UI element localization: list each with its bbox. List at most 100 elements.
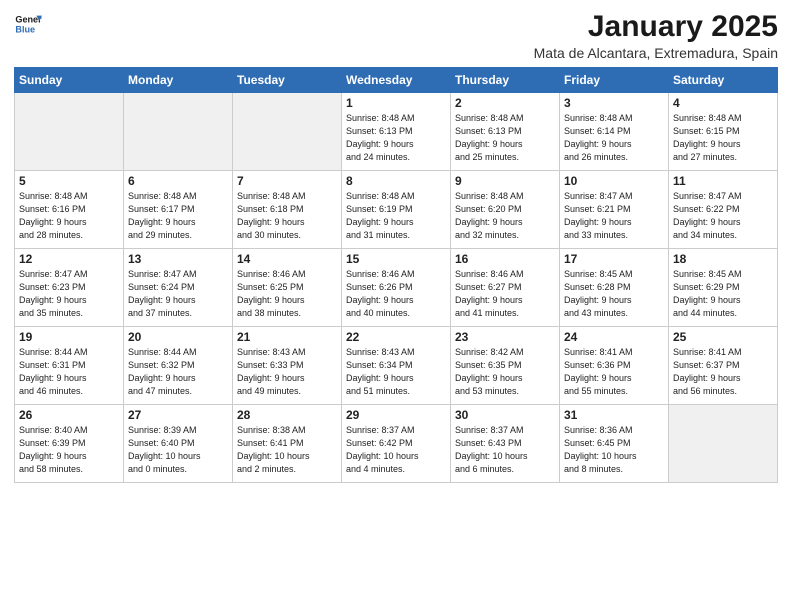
day-number: 17 bbox=[564, 252, 664, 266]
day-number: 1 bbox=[346, 96, 446, 110]
calendar-container: General Blue January 2025 Mata de Alcant… bbox=[0, 0, 792, 612]
day-info: Sunrise: 8:46 AM Sunset: 6:25 PM Dayligh… bbox=[237, 268, 337, 320]
day-number: 28 bbox=[237, 408, 337, 422]
header-monday: Monday bbox=[124, 68, 233, 93]
day-number: 12 bbox=[19, 252, 119, 266]
day-info: Sunrise: 8:48 AM Sunset: 6:13 PM Dayligh… bbox=[455, 112, 555, 164]
day-cell: 5Sunrise: 8:48 AM Sunset: 6:16 PM Daylig… bbox=[15, 171, 124, 249]
day-info: Sunrise: 8:48 AM Sunset: 6:15 PM Dayligh… bbox=[673, 112, 773, 164]
day-info: Sunrise: 8:40 AM Sunset: 6:39 PM Dayligh… bbox=[19, 424, 119, 476]
calendar-table: Sunday Monday Tuesday Wednesday Thursday… bbox=[14, 67, 778, 483]
day-number: 27 bbox=[128, 408, 228, 422]
day-info: Sunrise: 8:37 AM Sunset: 6:43 PM Dayligh… bbox=[455, 424, 555, 476]
day-info: Sunrise: 8:39 AM Sunset: 6:40 PM Dayligh… bbox=[128, 424, 228, 476]
day-cell: 14 Sunrise: 8:46 AM Sunset: 6:25 PM Dayli… bbox=[233, 249, 342, 327]
calendar-title: January 2025 bbox=[534, 10, 778, 43]
day-cell: 24 Sunrise: 8:41 AM Sunset: 6:36 PM Dayli… bbox=[560, 327, 669, 405]
day-cell bbox=[15, 93, 124, 171]
day-info: Sunrise: 8:48 AM Sunset: 6:17 PM Dayligh… bbox=[128, 190, 228, 242]
day-cell: 29Sunrise: 8:37 AM Sunset: 6:42 PM Dayli… bbox=[342, 405, 451, 483]
week-row-5: 26 Sunrise: 8:40 AM Sunset: 6:39 PM Dayli… bbox=[15, 405, 778, 483]
header-sunday: Sunday bbox=[15, 68, 124, 93]
day-cell: 6 Sunrise: 8:48 AM Sunset: 6:17 PM Daylig… bbox=[124, 171, 233, 249]
day-number: 23 bbox=[455, 330, 555, 344]
day-info: Sunrise: 8:48 AM Sunset: 6:20 PM Dayligh… bbox=[455, 190, 555, 242]
day-number: 31 bbox=[564, 408, 664, 422]
header-wednesday: Wednesday bbox=[342, 68, 451, 93]
day-info: Sunrise: 8:41 AM Sunset: 6:36 PM Dayligh… bbox=[564, 346, 664, 398]
day-cell bbox=[669, 405, 778, 483]
day-number: 14 bbox=[237, 252, 337, 266]
day-cell: 12 Sunrise: 8:47 AM Sunset: 6:23 PM Dayli… bbox=[15, 249, 124, 327]
week-row-1: 1 Sunrise: 8:48 AM Sunset: 6:13 PM Daylig… bbox=[15, 93, 778, 171]
day-cell: 16 Sunrise: 8:46 AM Sunset: 6:27 PM Dayli… bbox=[451, 249, 560, 327]
day-info: Sunrise: 8:38 AM Sunset: 6:41 PM Dayligh… bbox=[237, 424, 337, 476]
day-info: Sunrise: 8:47 AM Sunset: 6:22 PM Dayligh… bbox=[673, 190, 773, 242]
day-cell: 13 Sunrise: 8:47 AM Sunset: 6:24 PM Dayli… bbox=[124, 249, 233, 327]
day-info: Sunrise: 8:47 AM Sunset: 6:23 PM Dayligh… bbox=[19, 268, 119, 320]
day-cell: 11 Sunrise: 8:47 AM Sunset: 6:22 PM Dayli… bbox=[669, 171, 778, 249]
day-cell: 19 Sunrise: 8:44 AM Sunset: 6:31 PM Dayli… bbox=[15, 327, 124, 405]
day-number: 19 bbox=[19, 330, 119, 344]
week-row-3: 12 Sunrise: 8:47 AM Sunset: 6:23 PM Dayli… bbox=[15, 249, 778, 327]
day-info: Sunrise: 8:45 AM Sunset: 6:28 PM Dayligh… bbox=[564, 268, 664, 320]
day-number: 6 bbox=[128, 174, 228, 188]
day-cell: 3Sunrise: 8:48 AM Sunset: 6:14 PM Daylig… bbox=[560, 93, 669, 171]
day-cell: 8Sunrise: 8:48 AM Sunset: 6:19 PM Daylig… bbox=[342, 171, 451, 249]
logo: General Blue bbox=[14, 10, 46, 38]
day-cell: 18Sunrise: 8:45 AM Sunset: 6:29 PM Dayli… bbox=[669, 249, 778, 327]
day-number: 26 bbox=[19, 408, 119, 422]
week-row-2: 5Sunrise: 8:48 AM Sunset: 6:16 PM Daylig… bbox=[15, 171, 778, 249]
day-number: 22 bbox=[346, 330, 446, 344]
day-number: 11 bbox=[673, 174, 773, 188]
day-info: Sunrise: 8:36 AM Sunset: 6:45 PM Dayligh… bbox=[564, 424, 664, 476]
day-info: Sunrise: 8:46 AM Sunset: 6:26 PM Dayligh… bbox=[346, 268, 446, 320]
day-number: 13 bbox=[128, 252, 228, 266]
header-saturday: Saturday bbox=[669, 68, 778, 93]
day-info: Sunrise: 8:43 AM Sunset: 6:34 PM Dayligh… bbox=[346, 346, 446, 398]
day-info: Sunrise: 8:41 AM Sunset: 6:37 PM Dayligh… bbox=[673, 346, 773, 398]
day-info: Sunrise: 8:44 AM Sunset: 6:32 PM Dayligh… bbox=[128, 346, 228, 398]
header-thursday: Thursday bbox=[451, 68, 560, 93]
day-info: Sunrise: 8:42 AM Sunset: 6:35 PM Dayligh… bbox=[455, 346, 555, 398]
calendar-body: 1 Sunrise: 8:48 AM Sunset: 6:13 PM Daylig… bbox=[15, 93, 778, 483]
day-cell: 7Sunrise: 8:48 AM Sunset: 6:18 PM Daylig… bbox=[233, 171, 342, 249]
day-cell: 27 Sunrise: 8:39 AM Sunset: 6:40 PM Dayli… bbox=[124, 405, 233, 483]
day-number: 3 bbox=[564, 96, 664, 110]
day-info: Sunrise: 8:46 AM Sunset: 6:27 PM Dayligh… bbox=[455, 268, 555, 320]
day-cell: 22 Sunrise: 8:43 AM Sunset: 6:34 PM Dayli… bbox=[342, 327, 451, 405]
day-cell bbox=[124, 93, 233, 171]
day-cell bbox=[233, 93, 342, 171]
day-cell: 15 Sunrise: 8:46 AM Sunset: 6:26 PM Dayli… bbox=[342, 249, 451, 327]
day-number: 4 bbox=[673, 96, 773, 110]
day-number: 5 bbox=[19, 174, 119, 188]
day-cell: 10 Sunrise: 8:47 AM Sunset: 6:21 PM Dayli… bbox=[560, 171, 669, 249]
calendar-subtitle: Mata de Alcantara, Extremadura, Spain bbox=[534, 45, 778, 61]
day-number: 7 bbox=[237, 174, 337, 188]
day-cell: 9 Sunrise: 8:48 AM Sunset: 6:20 PM Daylig… bbox=[451, 171, 560, 249]
day-number: 21 bbox=[237, 330, 337, 344]
title-block: January 2025 Mata de Alcantara, Extremad… bbox=[534, 10, 778, 61]
header: General Blue January 2025 Mata de Alcant… bbox=[14, 10, 778, 61]
svg-text:Blue: Blue bbox=[15, 24, 35, 34]
day-number: 10 bbox=[564, 174, 664, 188]
day-number: 9 bbox=[455, 174, 555, 188]
day-cell: 20Sunrise: 8:44 AM Sunset: 6:32 PM Dayli… bbox=[124, 327, 233, 405]
day-cell: 28 Sunrise: 8:38 AM Sunset: 6:41 PM Dayli… bbox=[233, 405, 342, 483]
day-cell: 17 Sunrise: 8:45 AM Sunset: 6:28 PM Dayli… bbox=[560, 249, 669, 327]
day-info: Sunrise: 8:44 AM Sunset: 6:31 PM Dayligh… bbox=[19, 346, 119, 398]
day-number: 18 bbox=[673, 252, 773, 266]
day-info: Sunrise: 8:47 AM Sunset: 6:21 PM Dayligh… bbox=[564, 190, 664, 242]
day-number: 2 bbox=[455, 96, 555, 110]
day-info: Sunrise: 8:43 AM Sunset: 6:33 PM Dayligh… bbox=[237, 346, 337, 398]
day-cell: 2 Sunrise: 8:48 AM Sunset: 6:13 PM Daylig… bbox=[451, 93, 560, 171]
day-info: Sunrise: 8:48 AM Sunset: 6:19 PM Dayligh… bbox=[346, 190, 446, 242]
day-number: 24 bbox=[564, 330, 664, 344]
logo-icon: General Blue bbox=[14, 10, 42, 38]
day-cell: 23 Sunrise: 8:42 AM Sunset: 6:35 PM Dayli… bbox=[451, 327, 560, 405]
day-info: Sunrise: 8:48 AM Sunset: 6:13 PM Dayligh… bbox=[346, 112, 446, 164]
day-number: 29 bbox=[346, 408, 446, 422]
day-info: Sunrise: 8:47 AM Sunset: 6:24 PM Dayligh… bbox=[128, 268, 228, 320]
day-number: 15 bbox=[346, 252, 446, 266]
day-number: 16 bbox=[455, 252, 555, 266]
